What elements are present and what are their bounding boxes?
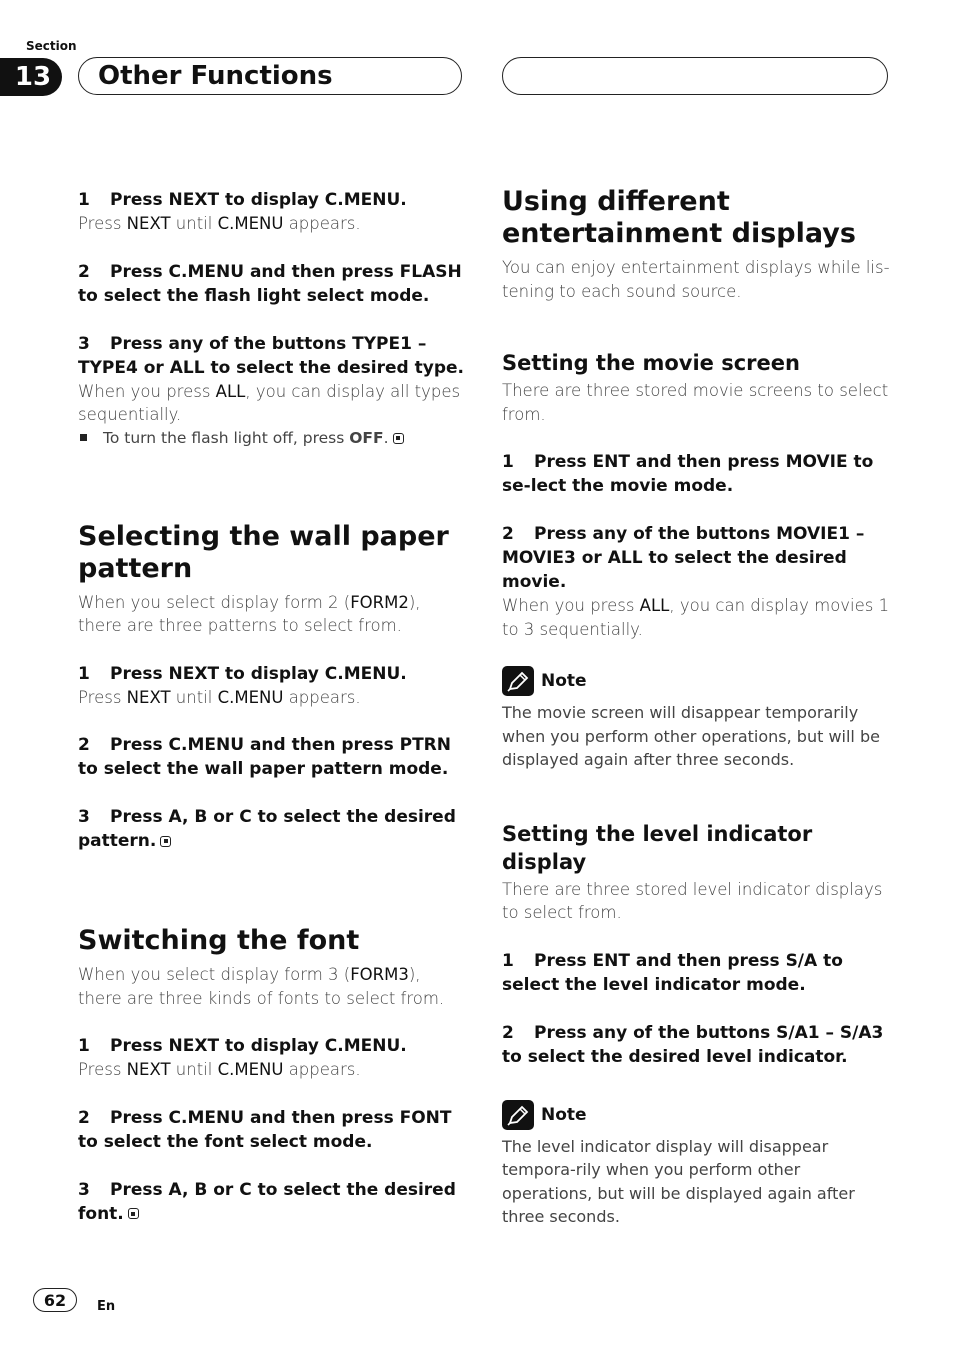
heading-wall-paper: Selecting the wall paper pattern [78, 520, 449, 584]
step-body: Press NEXT until C.MENU appears. [78, 1060, 361, 1079]
section-title: Other Functions [98, 61, 333, 91]
subsection-intro: There are three stored level indicator d… [502, 879, 883, 923]
section-intro: When you select display form 3 (FORM3), … [78, 965, 445, 1008]
step-body: Press NEXT until C.MENU appears. [78, 687, 361, 707]
step: 1 Press NEXT to display C.MENU. [78, 190, 407, 210]
step: 1 Press NEXT to display C.MENU. [78, 663, 407, 684]
note-label: Note [541, 1104, 587, 1125]
step: 1 Press NEXT to display C.MENU. [78, 1036, 407, 1056]
end-of-section-icon [392, 432, 404, 444]
heading-entertainment-displays: Using different entertainment displays [502, 186, 856, 249]
right-header-frame [502, 57, 888, 95]
step: 2 Press any of the buttons MOVIE1 – MOVIE… [502, 524, 865, 592]
pencil-icon [502, 666, 534, 696]
end-of-section-icon [160, 835, 172, 847]
heading-level-indicator: Setting the level indicator display [502, 821, 813, 874]
pencil-icon [502, 1099, 534, 1130]
note-label: Note [541, 671, 587, 691]
step: 1 Press ENT and then press S/A to select … [502, 950, 843, 995]
note-header: Note [502, 1099, 892, 1131]
section-label: Section [26, 39, 77, 53]
step-body: Press NEXT until C.MENU appears. [78, 214, 361, 233]
step: 2 Press C.MENU and then press FONT to sel… [78, 1107, 452, 1152]
bullet-note: To turn the flash light off, press OFF. [78, 427, 468, 449]
step-body: When you press ALL, you can display movi… [502, 596, 890, 639]
section-intro: You can enjoy entertainment displays whi… [502, 258, 890, 301]
step-body: When you press ALL, you can display all … [78, 381, 461, 425]
note-header: Note [502, 665, 892, 697]
step: 2 Press any of the buttons S/A1 – S/A3 to… [502, 1022, 884, 1067]
section-number-badge: 13 [0, 58, 62, 96]
page-number: 62 [33, 1288, 77, 1312]
heading-switching-font: Switching the font [78, 925, 360, 956]
note-text: The level indicator display will disappe… [502, 1136, 855, 1227]
bullet-square-icon [80, 433, 87, 441]
step: 2 Press C.MENU and then press PTRN to sel… [78, 735, 451, 779]
subsection-intro: There are three stored movie screens to … [502, 381, 889, 424]
right-column: Using different entertainment displays Y… [502, 186, 892, 1229]
heading-movie-screen: Setting the movie screen [502, 351, 800, 375]
language-code: En [97, 1299, 116, 1314]
step: 3 Press A, B or C to select the desired p… [78, 807, 456, 851]
note-text: The movie screen will disappear temporar… [502, 703, 880, 769]
end-of-section-icon [127, 1208, 139, 1219]
step: 2 Press C.MENU and then press FLASH to se… [78, 261, 462, 306]
step: 1 Press ENT and then press MOVIE to se-le… [502, 452, 874, 496]
step: 3 Press any of the buttons TYPE1 – TYPE4 … [78, 333, 464, 378]
left-column: 1 Press NEXT to display C.MENU. Press NEX… [78, 188, 468, 1226]
section-intro: When you select display form 2 (FORM2), … [78, 592, 421, 636]
step: 3 Press A, B or C to select the desired f… [78, 1179, 456, 1224]
